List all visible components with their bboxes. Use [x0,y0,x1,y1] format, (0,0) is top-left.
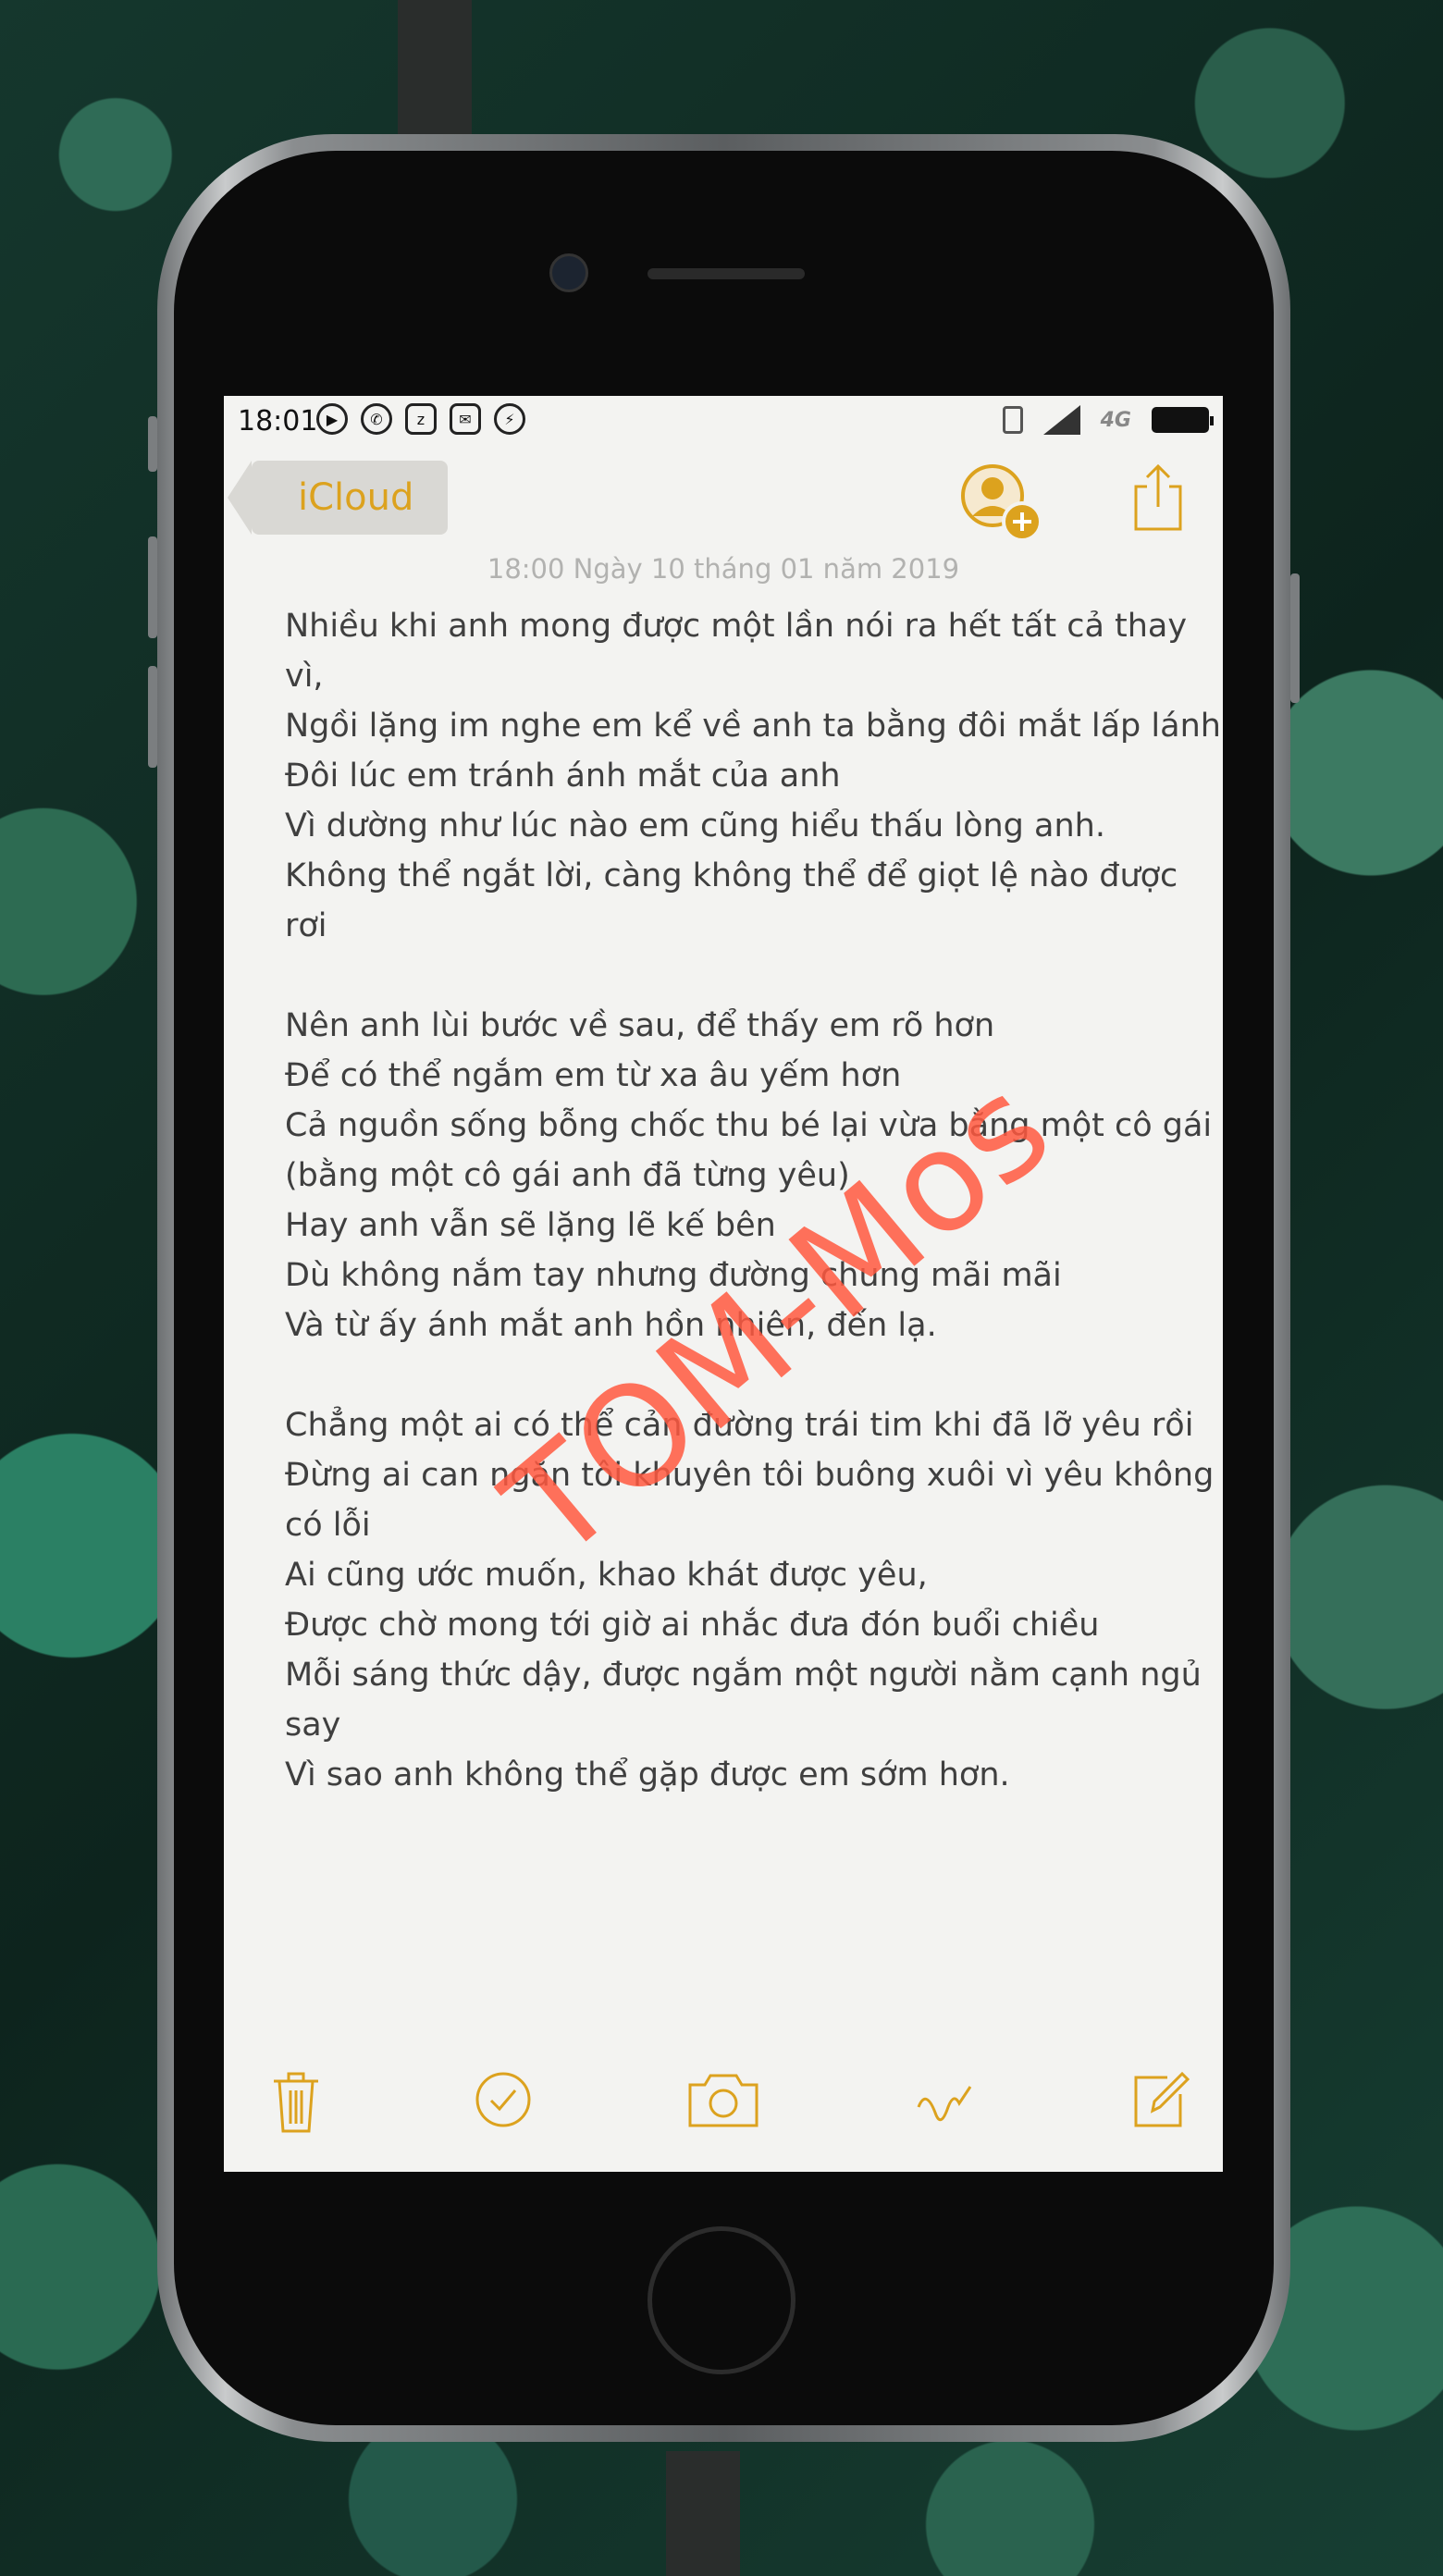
battery-icon [1152,407,1214,433]
note-line: say [285,1707,341,1744]
volume-up-button [148,536,157,638]
note-line: Ai cũng ước muốn, khao khát được yêu, [285,1557,928,1594]
note-line: Nên anh lùi bước về sau, để thấy em rõ h… [285,1007,995,1044]
zalo-icon: z [405,403,437,435]
bottom-toolbar [224,2042,1223,2172]
notes-screen: 18:01 ▶ ✆ z ✉ ⚡ 4G iCloud 18:00 Ngày 10 … [224,396,1223,2172]
vibrate-icon [1002,406,1023,434]
note-line: Nhiều khi anh mong được một lần nói ra h… [285,608,1188,645]
note-line: Không thể ngắt lời, càng không thể để gi… [285,857,1178,894]
play-circle-icon: ▶ [316,403,348,435]
network-label: 4G [1100,408,1131,432]
note-date: 18:00 Ngày 10 tháng 01 năm 2019 [487,553,960,585]
status-bar: 18:01 ▶ ✆ z ✉ ⚡ 4G [224,396,1223,448]
chat-icon: ✉ [450,403,481,435]
note-line: rơi [285,907,327,944]
note-line: Ngồi lặng im nghe em kể về anh ta bằng đ… [285,708,1221,745]
camera-icon[interactable] [686,2070,760,2129]
phone-icon: ✆ [361,403,392,435]
mute-switch [148,416,157,472]
note-line: vì, [285,658,324,695]
trash-icon[interactable] [270,2070,322,2135]
note-line: Vì sao anh không thể gặp được em sớm hơn… [285,1756,1010,1793]
note-line: Hay anh vẫn sẽ lặng lẽ kế bên [285,1207,776,1244]
messenger-icon: ⚡ [494,403,525,435]
status-time: 18:01 [238,405,318,438]
earpiece-speaker [648,268,805,279]
front-camera [549,253,588,292]
back-button[interactable]: iCloud [228,461,448,535]
note-line: có lỗi [285,1507,371,1544]
note-line [285,951,1173,1001]
home-button[interactable] [648,2226,796,2374]
compose-icon[interactable] [1130,2070,1191,2131]
note-line: Mỗi sáng thức dậy, được ngắm một người n… [285,1657,1202,1694]
road-top [398,0,472,139]
notification-icons: ▶ ✆ z ✉ ⚡ [316,403,525,435]
back-button-label: iCloud [298,476,414,519]
note-line: Đôi lúc em tránh ánh mắt của anh [285,758,841,795]
power-button [1290,573,1300,703]
checklist-icon[interactable] [474,2070,533,2129]
status-right: 4G [1002,405,1214,435]
sketch-icon[interactable] [913,2070,978,2135]
volume-down-button [148,666,157,768]
share-icon[interactable] [1130,462,1186,533]
road-bottom [666,2451,740,2576]
note-line: Vì dường như lúc nào em cũng hiểu thấu l… [285,807,1105,844]
note-line: Được chờ mong tới giờ ai nhắc đưa đón bu… [285,1607,1100,1644]
add-person-icon[interactable] [959,462,1048,551]
signal-icon [1042,405,1080,435]
